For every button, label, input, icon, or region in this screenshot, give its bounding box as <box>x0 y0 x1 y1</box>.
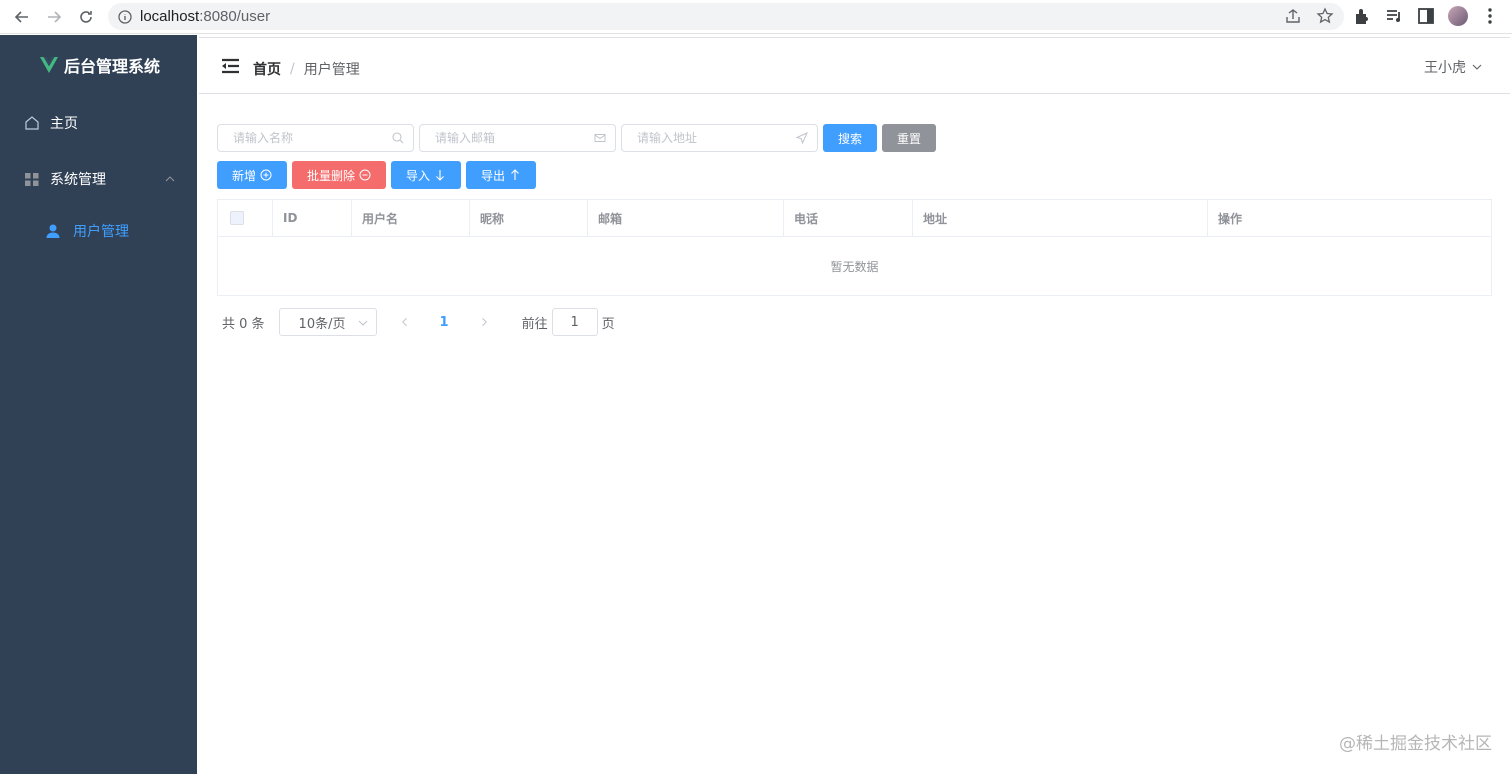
breadcrumb-separator: / <box>290 61 295 77</box>
watermark: @稀土掘金技术社区 <box>1339 734 1492 754</box>
sidebar-item-home[interactable]: 主页 <box>0 95 197 151</box>
import-button[interactable]: 导入 <box>391 161 462 189</box>
action-bar: 新增 批量删除 导入 导出 <box>217 161 1493 189</box>
address-search-field <box>621 124 818 152</box>
sidebar-item-label: 系统管理 <box>50 172 106 188</box>
sidebar-item-system-management[interactable]: 系统管理 <box>0 151 197 207</box>
name-search-field <box>217 124 414 152</box>
collapse-menu-icon[interactable] <box>221 58 240 74</box>
extensions-icon[interactable] <box>1352 6 1372 26</box>
goto-prefix: 前往 <box>521 316 548 332</box>
home-icon <box>24 115 40 131</box>
sidebar: 后台管理系统 主页 系统管理 用户管理 <box>0 35 197 774</box>
main-content: 搜索 重置 新增 批量删除 导入 导出 <box>217 124 1493 336</box>
goto-page-input[interactable]: 1 <box>551 308 598 336</box>
page-number-current[interactable]: 1 <box>440 315 449 330</box>
forward-icon[interactable] <box>38 2 70 32</box>
address-search-input[interactable] <box>622 125 817 151</box>
side-panel-icon[interactable] <box>1416 6 1436 26</box>
select-all-cell <box>218 200 273 236</box>
more-menu-icon[interactable] <box>1480 6 1500 26</box>
reload-icon[interactable] <box>70 2 102 32</box>
pagination: 共 0 条 10条/页 1 前往 1 页 <box>217 308 1493 336</box>
user-name: 王小虎 <box>1424 60 1466 76</box>
url-text: localhost:8080/user <box>140 8 271 25</box>
next-page-icon[interactable] <box>476 314 492 330</box>
table-header: ID 用户名 昵称 邮箱 电话 地址 操作 <box>218 200 1491 237</box>
column-header-phone: 电话 <box>784 200 913 236</box>
logo: 后台管理系统 <box>0 35 197 95</box>
column-header-nickname: 昵称 <box>470 200 588 236</box>
breadcrumb-current: 用户管理 <box>303 62 360 78</box>
sidebar-item-label: 主页 <box>50 116 78 132</box>
search-button[interactable]: 搜索 <box>823 124 878 152</box>
message-icon <box>594 132 606 144</box>
user-table: ID 用户名 昵称 邮箱 电话 地址 操作 暂无数据 <box>217 199 1492 296</box>
select-all-checkbox[interactable] <box>230 211 244 225</box>
share-icon[interactable] <box>1284 7 1302 25</box>
search-icon <box>392 132 404 144</box>
column-header-actions: 操作 <box>1218 211 1243 226</box>
user-icon <box>45 223 61 239</box>
page-size-value: 10条/页 <box>298 316 346 332</box>
prev-page-icon[interactable] <box>397 314 413 330</box>
page-jumper: 前往 1 页 <box>522 308 615 336</box>
batch-delete-label: 批量删除 <box>307 168 356 183</box>
reset-button[interactable]: 重置 <box>882 124 937 152</box>
email-search-field <box>419 124 616 152</box>
email-search-input[interactable] <box>420 125 615 151</box>
chevron-down-icon <box>1472 62 1482 72</box>
export-label: 导出 <box>481 168 506 183</box>
circle-plus-icon <box>260 169 272 181</box>
chevron-down-icon <box>358 318 368 328</box>
add-button[interactable]: 新增 <box>217 161 288 189</box>
export-button[interactable]: 导出 <box>466 161 537 189</box>
column-header-id: ID <box>273 200 352 236</box>
name-search-input[interactable] <box>218 125 413 151</box>
arrow-down-icon <box>434 169 446 181</box>
user-dropdown[interactable]: 王小虎 <box>1424 57 1482 77</box>
circle-minus-icon <box>359 169 371 181</box>
chevron-up-icon <box>165 174 175 184</box>
position-icon <box>796 132 808 144</box>
column-header-username: 用户名 <box>352 200 470 236</box>
goto-suffix: 页 <box>601 316 615 332</box>
address-bar[interactable]: localhost:8080/user <box>108 3 1344 30</box>
table-empty-text: 暂无数据 <box>830 259 879 274</box>
arrow-up-icon <box>509 169 521 181</box>
logo-text: 后台管理系统 <box>64 57 161 76</box>
bookmark-star-icon[interactable] <box>1316 7 1334 25</box>
browser-toolbar: localhost:8080/user <box>0 0 1512 34</box>
search-bar: 搜索 重置 <box>217 124 1493 152</box>
back-icon[interactable] <box>6 2 38 32</box>
sidebar-sub-item-label: 用户管理 <box>73 224 129 240</box>
batch-delete-button[interactable]: 批量删除 <box>292 161 387 189</box>
breadcrumb-home[interactable]: 首页 <box>253 59 281 79</box>
vue-logo-icon <box>40 57 58 73</box>
column-header-address: 地址 <box>913 200 1208 236</box>
reading-list-icon[interactable] <box>1384 6 1404 26</box>
site-info-icon[interactable] <box>118 9 132 24</box>
column-header-email: 邮箱 <box>588 200 784 236</box>
import-label: 导入 <box>406 168 431 183</box>
top-header: 首页 / 用户管理 王小虎 <box>199 37 1510 94</box>
profile-avatar[interactable] <box>1448 6 1468 26</box>
breadcrumb: 首页 / 用户管理 <box>253 59 360 79</box>
add-button-label: 新增 <box>232 168 257 183</box>
pagination-total: 共 0 条 <box>222 316 265 332</box>
page-size-select[interactable]: 10条/页 <box>278 308 377 336</box>
sidebar-item-user-management[interactable]: 用户管理 <box>0 207 197 255</box>
grid-menu-icon <box>24 171 40 187</box>
